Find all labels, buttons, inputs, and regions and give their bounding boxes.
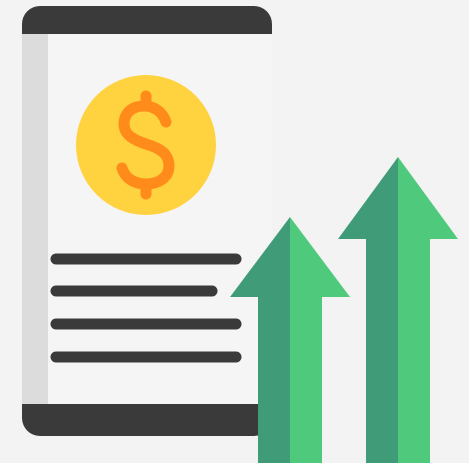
arrow-left-light-half: [290, 217, 350, 463]
phone-side-strip: [22, 34, 48, 404]
arrow-right-light-half: [398, 157, 458, 463]
arrow-right-dark-half: [338, 157, 398, 463]
up-arrow-right: [338, 157, 458, 463]
finance-growth-illustration: $: [22, 6, 458, 463]
dollar-coin-icon: $: [76, 75, 216, 215]
smartphone-icon: [22, 6, 272, 436]
